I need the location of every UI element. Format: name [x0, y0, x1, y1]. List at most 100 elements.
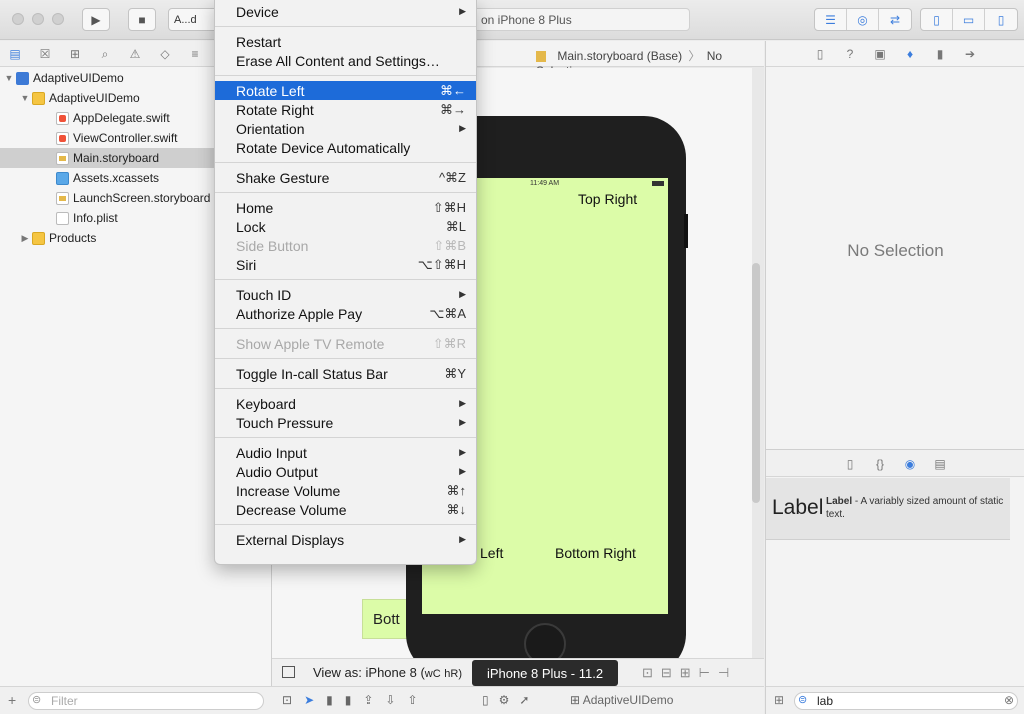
menu-item-lock[interactable]: Lock ⌘L	[215, 217, 476, 236]
run-button[interactable]: ▶	[82, 8, 110, 31]
menu-item-label: Lock	[236, 218, 266, 235]
file-tree-label: AppDelegate.swift	[73, 111, 170, 125]
activity-viewer: on iPhone 8 Plus	[470, 8, 690, 31]
menu-item-rotate-right[interactable]: Rotate Right ⌘→	[215, 100, 476, 119]
top-right-label[interactable]: Top Right	[578, 191, 637, 207]
debug-tools[interactable]: ⊡➤▮▮⇪⇩⇧	[282, 693, 430, 707]
utilities-inspector: ▯ ? ▣ ♦ ▮ ➔ No Selection ▯ {} ◉ ▤ Label …	[765, 41, 1024, 714]
menu-item-label: Audio Output	[236, 463, 318, 480]
layout-tools[interactable]: ⊡⊟⊞⊢⊣	[642, 665, 737, 681]
debug-tools-2[interactable]: ▯⚙➚	[482, 693, 539, 707]
help-icon[interactable]: ?	[842, 46, 858, 62]
menu-item-home[interactable]: Home ⇧⌘H	[215, 198, 476, 217]
attributes-inspector-icon[interactable]: ♦	[902, 46, 918, 62]
device-tooltip: iPhone 8 Plus - 11.2	[472, 660, 618, 686]
menu-item-label: Toggle In-call Status Bar	[236, 365, 388, 382]
hardware-menu: Device ▶ Restart Erase All Content and Sett…	[214, 0, 477, 565]
disclosure-triangle-icon[interactable]: ▼	[4, 73, 14, 83]
close-window-button[interactable]	[12, 13, 24, 25]
clear-search-icon[interactable]: ⊗	[1004, 693, 1014, 707]
issue-icon[interactable]: ⚠	[126, 45, 144, 63]
menu-item-erase-all-content-and-settings[interactable]: Erase All Content and Settings…	[215, 51, 476, 70]
symbol-navigator-icon[interactable]: ⊞	[66, 45, 84, 63]
bottom-right-label[interactable]: Bottom Right	[555, 545, 636, 561]
menu-item-label: Authorize Apple Pay	[236, 305, 363, 322]
submenu-arrow-icon: ▶	[459, 289, 466, 299]
disclosure-triangle-icon[interactable]: ▼	[20, 93, 30, 103]
minimize-window-button[interactable]	[32, 13, 44, 25]
menu-item-device[interactable]: Device ▶	[215, 2, 476, 21]
menu-item-audio-output[interactable]: Audio Output ▶	[215, 462, 476, 481]
document-outline-icon[interactable]	[282, 666, 295, 678]
menu-item-rotate-left[interactable]: Rotate Left ⌘←	[215, 81, 476, 100]
menu-item-touch-id[interactable]: Touch ID ▶	[215, 285, 476, 304]
menu-item-shortcut: ⇧⌘H	[432, 199, 466, 215]
menu-item-keyboard[interactable]: Keyboard ▶	[215, 394, 476, 413]
library-search-input[interactable]: lab	[794, 692, 1018, 710]
menu-item-restart[interactable]: Restart	[215, 32, 476, 51]
vertical-scrollbar[interactable]	[752, 263, 760, 503]
menu-item-label: Side Button	[236, 237, 309, 254]
scheme-selector[interactable]: A...d	[168, 8, 218, 31]
menu-item-external-displays[interactable]: External Displays ▶	[215, 530, 476, 549]
bottom-left-label-fragment[interactable]: Left	[480, 545, 503, 561]
menu-item-authorize-apple-pay[interactable]: Authorize Apple Pay ⌥⌘A	[215, 304, 476, 323]
connections-inspector-icon[interactable]: ➔	[962, 46, 978, 62]
menu-item-decrease-volume[interactable]: Decrease Volume ⌘↓	[215, 500, 476, 519]
view-panel-control[interactable]: ▯ ▭ ▯	[920, 8, 1018, 31]
menu-separator	[215, 524, 476, 525]
navigator-toggle-icon[interactable]: ▯	[921, 9, 953, 30]
menu-item-increase-volume[interactable]: Increase Volume ⌘↑	[215, 481, 476, 500]
menu-item-toggle-in-call-status-bar[interactable]: Toggle In-call Status Bar ⌘Y	[215, 364, 476, 383]
disclosure-triangle-icon[interactable]: ▶	[20, 233, 30, 244]
version-editor-icon[interactable]: ⇄	[879, 9, 911, 30]
menu-item-rotate-device-automatically[interactable]: Rotate Device Automatically	[215, 138, 476, 157]
debug-toggle-icon[interactable]: ▭	[953, 9, 985, 30]
object-library-icon[interactable]: ◉	[902, 456, 918, 472]
storyboard-icon	[56, 191, 69, 205]
add-icon[interactable]: +	[8, 692, 16, 708]
inspector-toggle-icon[interactable]: ▯	[985, 9, 1017, 30]
library-item-label[interactable]: Label Label - A variably sized amount of…	[766, 478, 1010, 540]
navigator-filter-input[interactable]: Filter	[28, 692, 264, 710]
editor-mode-control[interactable]: ☰ ◎ ⇄	[814, 8, 912, 31]
code-snippet-icon[interactable]: {}	[872, 456, 888, 472]
menu-item-label: Audio Input	[236, 444, 307, 461]
standard-editor-icon[interactable]: ☰	[815, 9, 847, 30]
menu-separator	[215, 358, 476, 359]
search-icon[interactable]: ⌕	[96, 45, 114, 63]
menu-item-shortcut: ⇧⌘R	[432, 335, 466, 351]
menu-item-orientation[interactable]: Orientation ▶	[215, 119, 476, 138]
file-inspector-icon[interactable]: ▯	[812, 46, 828, 62]
menu-item-label: Increase Volume	[236, 482, 341, 499]
identity-inspector-icon[interactable]: ▣	[872, 46, 888, 62]
menu-item-shake-gesture[interactable]: Shake Gesture ^⌘Z	[215, 168, 476, 187]
play-icon: ▶	[91, 12, 101, 27]
scene-breadcrumb[interactable]: ⊞ AdaptiveUIDemo	[570, 693, 673, 707]
navigator-filter-bar: + Filter ⊜	[0, 686, 272, 714]
test-icon[interactable]: ◇	[156, 45, 174, 63]
grid-view-icon[interactable]: ⊞	[774, 693, 784, 707]
menu-item-siri[interactable]: Siri ⌥⇧⌘H	[215, 255, 476, 274]
assistant-editor-icon[interactable]: ◎	[847, 9, 879, 30]
menu-item-shortcut: ⌘→	[440, 101, 466, 117]
menu-item-touch-pressure[interactable]: Touch Pressure ▶	[215, 413, 476, 432]
folder-navigator-icon[interactable]: ▤	[6, 45, 24, 63]
view-as-label[interactable]: View as: iPhone 8 (wC hR)	[313, 665, 462, 680]
size-inspector-icon[interactable]: ▮	[932, 46, 948, 62]
zoom-window-button[interactable]	[52, 13, 64, 25]
stop-button[interactable]: ■	[128, 8, 156, 31]
debug-icon[interactable]: ≡	[186, 45, 204, 63]
small-label-fragment[interactable]: Bott	[362, 599, 408, 639]
submenu-arrow-icon: ▶	[459, 534, 466, 544]
file-tree-label: Products	[49, 231, 97, 245]
menu-item-shortcut: ⌘↓	[446, 501, 467, 517]
media-library-icon[interactable]: ▤	[932, 456, 948, 472]
menu-item-shortcut: ⌥⇧⌘H	[417, 256, 466, 272]
window-toolbar: ▶ ■ A...d on iPhone 8 Plus ☰ ◎ ⇄ ▯ ▭ ▯	[0, 0, 1024, 40]
menu-item-audio-input[interactable]: Audio Input ▶	[215, 443, 476, 462]
source-control-icon[interactable]: ☒	[36, 45, 54, 63]
no-selection-text: No Selection	[847, 241, 944, 260]
project-icon	[16, 71, 29, 85]
file-template-icon[interactable]: ▯	[842, 456, 858, 472]
